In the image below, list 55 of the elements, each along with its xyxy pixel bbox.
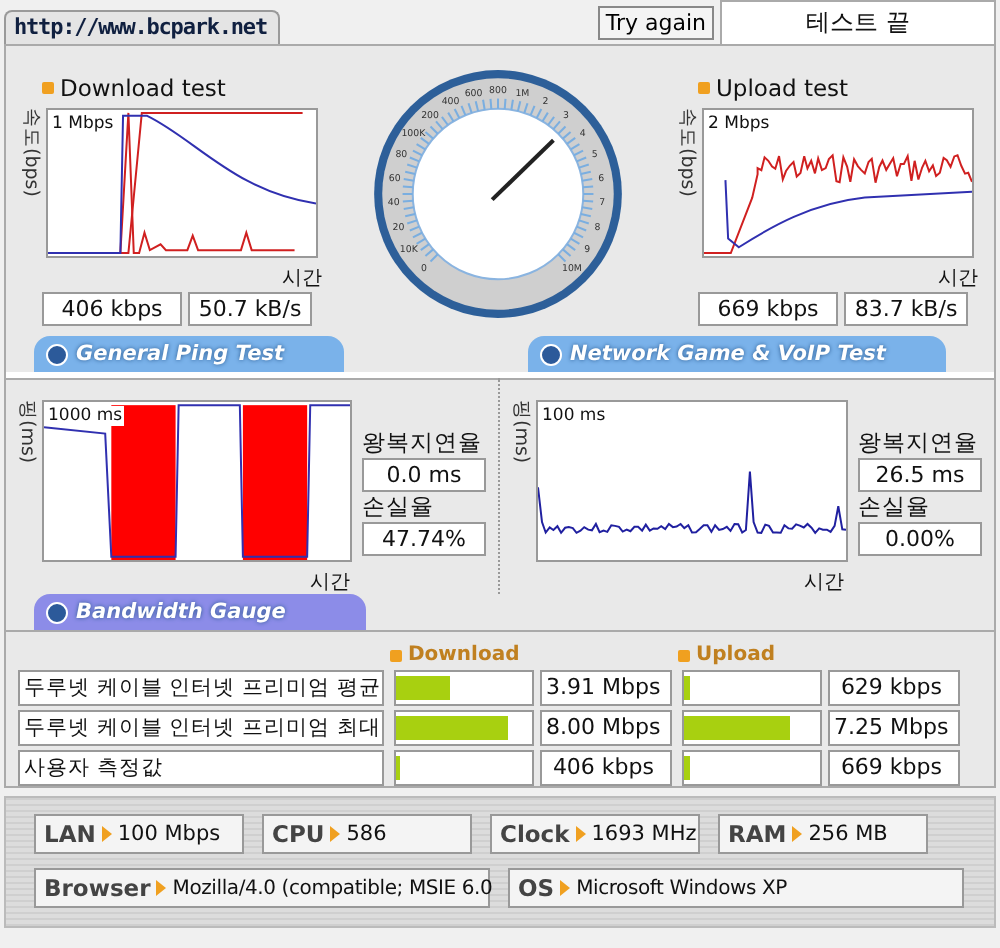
- latency-label: 왕복지연율: [858, 428, 980, 458]
- loss-value: 0.00%: [858, 522, 982, 556]
- column-heading: Upload: [678, 644, 822, 666]
- info-value: Microsoft Windows XP: [576, 877, 787, 899]
- scale-label: 1000 ms: [48, 406, 125, 426]
- info-value: 586: [346, 822, 387, 846]
- axis-label: 시간: [308, 570, 350, 596]
- scale-label: 2 Mbps: [708, 114, 772, 134]
- axis-label: 시간: [802, 570, 844, 596]
- info-value: 256 MB: [808, 822, 888, 846]
- table-cell: 두루넷 케이블 인터넷 프리미엄 최대: [18, 710, 384, 746]
- info-label: LAN: [44, 820, 96, 848]
- rate-value: 406 kbps: [42, 292, 182, 326]
- scale-label: 100 ms: [542, 406, 608, 426]
- info-value: 1693 MHz: [591, 822, 697, 846]
- info-label: CPU: [272, 820, 325, 848]
- info-label: RAM: [728, 820, 787, 848]
- info-label: Browser: [44, 874, 151, 902]
- section-tab[interactable]: Bandwidth Gauge: [34, 594, 366, 630]
- loss-label: 손실율: [858, 492, 932, 522]
- table-cell: 406 kbps: [540, 750, 672, 786]
- section-title: Upload test: [698, 74, 978, 102]
- table-cell: 7.25 Mbps: [828, 710, 960, 746]
- section-title: Download test: [42, 74, 322, 102]
- table-cell: 사용자 측정값: [18, 750, 384, 786]
- info-label: OS: [518, 874, 555, 902]
- try-again-button[interactable]: Try again: [597, 5, 714, 39]
- info-label: Clock: [500, 820, 570, 848]
- latency-label: 왕복지연율: [362, 428, 484, 458]
- axis-label: 속도(bps): [18, 108, 44, 201]
- axis-label: 핑(ms): [508, 400, 534, 468]
- info-value: Mozilla/4.0 (compatible; MSIE 6.0: [172, 877, 493, 899]
- table-cell: 3.91 Mbps: [540, 670, 672, 706]
- table-cell: 8.00 Mbps: [540, 710, 672, 746]
- table-cell: 629 kbps: [828, 670, 960, 706]
- rate-value: 50.7 kB/s: [188, 292, 312, 326]
- site-tab[interactable]: http://www.bcpark.net: [4, 10, 281, 44]
- table-cell: 두루넷 케이블 인터넷 프리미엄 평균: [18, 670, 384, 706]
- rate-value: 669 kbps: [698, 292, 838, 326]
- loss-value: 47.74%: [362, 522, 486, 556]
- rate-value: 83.7 kB/s: [844, 292, 968, 326]
- scale-label: 1 Mbps: [52, 114, 116, 134]
- loss-label: 손실율: [362, 492, 436, 522]
- section-tab[interactable]: Network Game & VoIP Test: [528, 336, 946, 372]
- axis-label: 시간: [280, 266, 322, 292]
- axis-label: 속도(bps): [674, 108, 700, 201]
- info-value: 100 Mbps: [117, 822, 221, 846]
- table-cell: 669 kbps: [828, 750, 960, 786]
- status-field: 테스트 끝: [720, 0, 996, 45]
- section-tab[interactable]: General Ping Test: [34, 336, 344, 372]
- latency-value: 26.5 ms: [858, 458, 982, 492]
- latency-value: 0.0 ms: [362, 458, 486, 492]
- axis-label: 핑(ms): [14, 400, 40, 468]
- column-heading: Download: [390, 644, 534, 666]
- axis-label: 시간: [936, 266, 978, 292]
